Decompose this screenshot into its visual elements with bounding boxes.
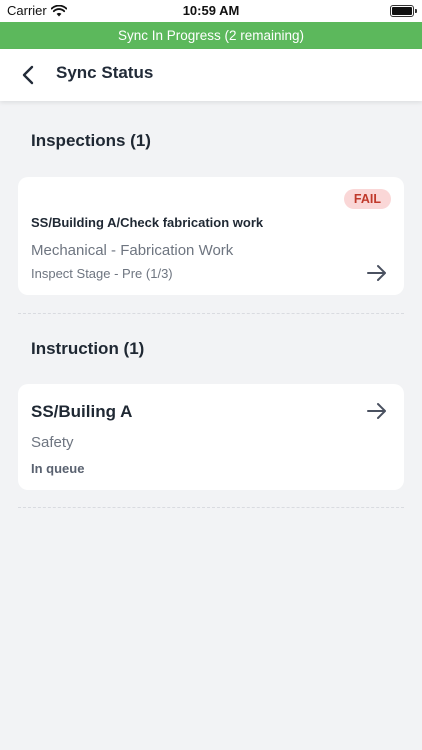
navigation-bar: Sync Status (0, 49, 422, 101)
clock: 10:59 AM (182, 3, 240, 18)
section-divider (18, 313, 404, 314)
inspection-stage: Inspect Stage - Pre (1/3) (31, 266, 173, 281)
back-chevron-icon[interactable] (18, 63, 40, 87)
page-title: Sync Status (56, 63, 154, 82)
instruction-category: Safety (31, 434, 74, 451)
fail-status-badge: FAIL (343, 189, 391, 209)
status-bar: Carrier 10:59 AM (0, 0, 422, 22)
instruction-card[interactable]: SS/Builing A Safety In queue (18, 384, 404, 490)
queue-status: In queue (31, 461, 85, 476)
inspection-path: SS/Building A/Check fabrication work (31, 215, 264, 230)
inspection-card[interactable]: FAIL SS/Building A/Check fabrication wor… (18, 177, 404, 295)
arrow-right-icon[interactable] (366, 402, 388, 420)
inspection-category: Mechanical - Fabrication Work (31, 242, 234, 259)
instruction-title: SS/Builing A (31, 402, 133, 421)
section-divider (18, 507, 404, 508)
inspections-section-header: Inspections (1) (31, 131, 151, 150)
battery-icon (390, 5, 417, 17)
sync-progress-banner: Sync In Progress (2 remaining) (0, 22, 422, 49)
instruction-section-header: Instruction (1) (31, 339, 145, 358)
arrow-right-icon[interactable] (366, 264, 388, 282)
